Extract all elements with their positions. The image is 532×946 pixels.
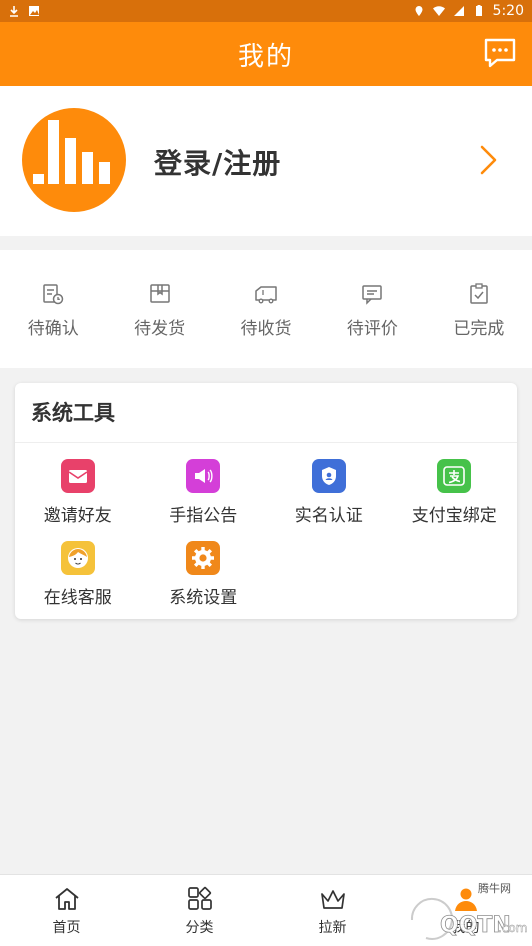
tool-system-settings[interactable]: 系统设置 [141,541,267,623]
nav-home[interactable]: 首页 [0,875,133,946]
order-label: 待收货 [240,319,292,339]
alipay-icon [437,459,472,493]
home-icon [54,888,79,910]
status-bar: 5:20 [0,0,532,22]
qqtn-watermark-logo: QQTN .com 腾牛网 [408,881,528,943]
pending-ship-icon [149,284,170,303]
signal-icon [453,6,464,16]
crown-icon [320,890,345,909]
download-icon [10,6,18,17]
pending-receive-icon [255,286,277,304]
battery-icon [475,5,482,16]
tool-label: 系统设置 [169,588,238,608]
section-title: 系统工具 [15,383,517,443]
tool-online-service[interactable]: 在线客服 [15,541,141,623]
order-status-bar: 待确认 待发货 待收货 待评价 已完成 [0,250,532,368]
tool-invite-friends[interactable]: 邀请好友 [15,459,141,541]
nav-invite-new[interactable]: 拉新 [266,875,399,946]
settings-icon [186,541,221,575]
image-notification-icon [29,6,39,16]
nav-label: 首页 [52,920,81,936]
message-icon [484,38,516,68]
tool-label: 实名认证 [294,506,363,526]
wifi-icon [432,6,445,16]
tool-label: 手指公告 [169,506,238,526]
invite-icon [60,459,95,493]
nav-label: 拉新 [318,920,347,936]
order-completed[interactable]: 已完成 [426,250,532,368]
tool-alipay-binding[interactable]: 支付宝绑定 [392,459,518,541]
location-icon [415,6,423,16]
svg-text:.com: .com [498,921,527,935]
login-register-link[interactable]: 登录/注册 [154,142,281,182]
order-pending-confirm[interactable]: 待确认 [0,250,106,368]
svg-text:腾牛网: 腾牛网 [478,881,511,895]
status-time: 5:20 [492,3,524,19]
avatar[interactable] [22,108,126,212]
tool-announcement[interactable]: 手指公告 [141,459,267,541]
nav-category[interactable]: 分类 [133,875,266,946]
order-label: 待确认 [27,319,79,339]
order-pending-receive[interactable]: 待收货 [213,250,319,368]
order-label: 待发货 [134,319,186,339]
header: 我的 [0,22,532,86]
order-pending-ship[interactable]: 待发货 [106,250,212,368]
system-tools-card: 系统工具 邀请好友 手指公告 实名认证 支付宝绑定 在线客服 系统设置 [15,383,517,619]
tool-label: 支付宝绑定 [411,506,497,526]
completed-icon [470,283,488,304]
category-icon [187,886,212,910]
announcement-icon [186,459,221,493]
customer-service-icon [60,541,95,575]
tool-real-name-verify[interactable]: 实名认证 [266,459,392,541]
chevron-right-icon[interactable] [470,142,506,178]
message-button[interactable] [482,36,518,70]
order-label: 已完成 [453,319,505,339]
pending-review-icon [362,285,383,305]
app-logo-icon [33,120,110,184]
profile-section[interactable]: 登录/注册 [0,86,532,236]
order-label: 待评价 [346,319,398,339]
order-pending-review[interactable]: 待评价 [319,250,425,368]
verify-icon [311,459,346,493]
pending-confirm-icon [43,284,64,305]
page-title: 我的 [237,41,294,72]
tool-label: 邀请好友 [43,506,112,526]
tool-label: 在线客服 [43,588,112,608]
nav-label: 分类 [185,920,214,936]
